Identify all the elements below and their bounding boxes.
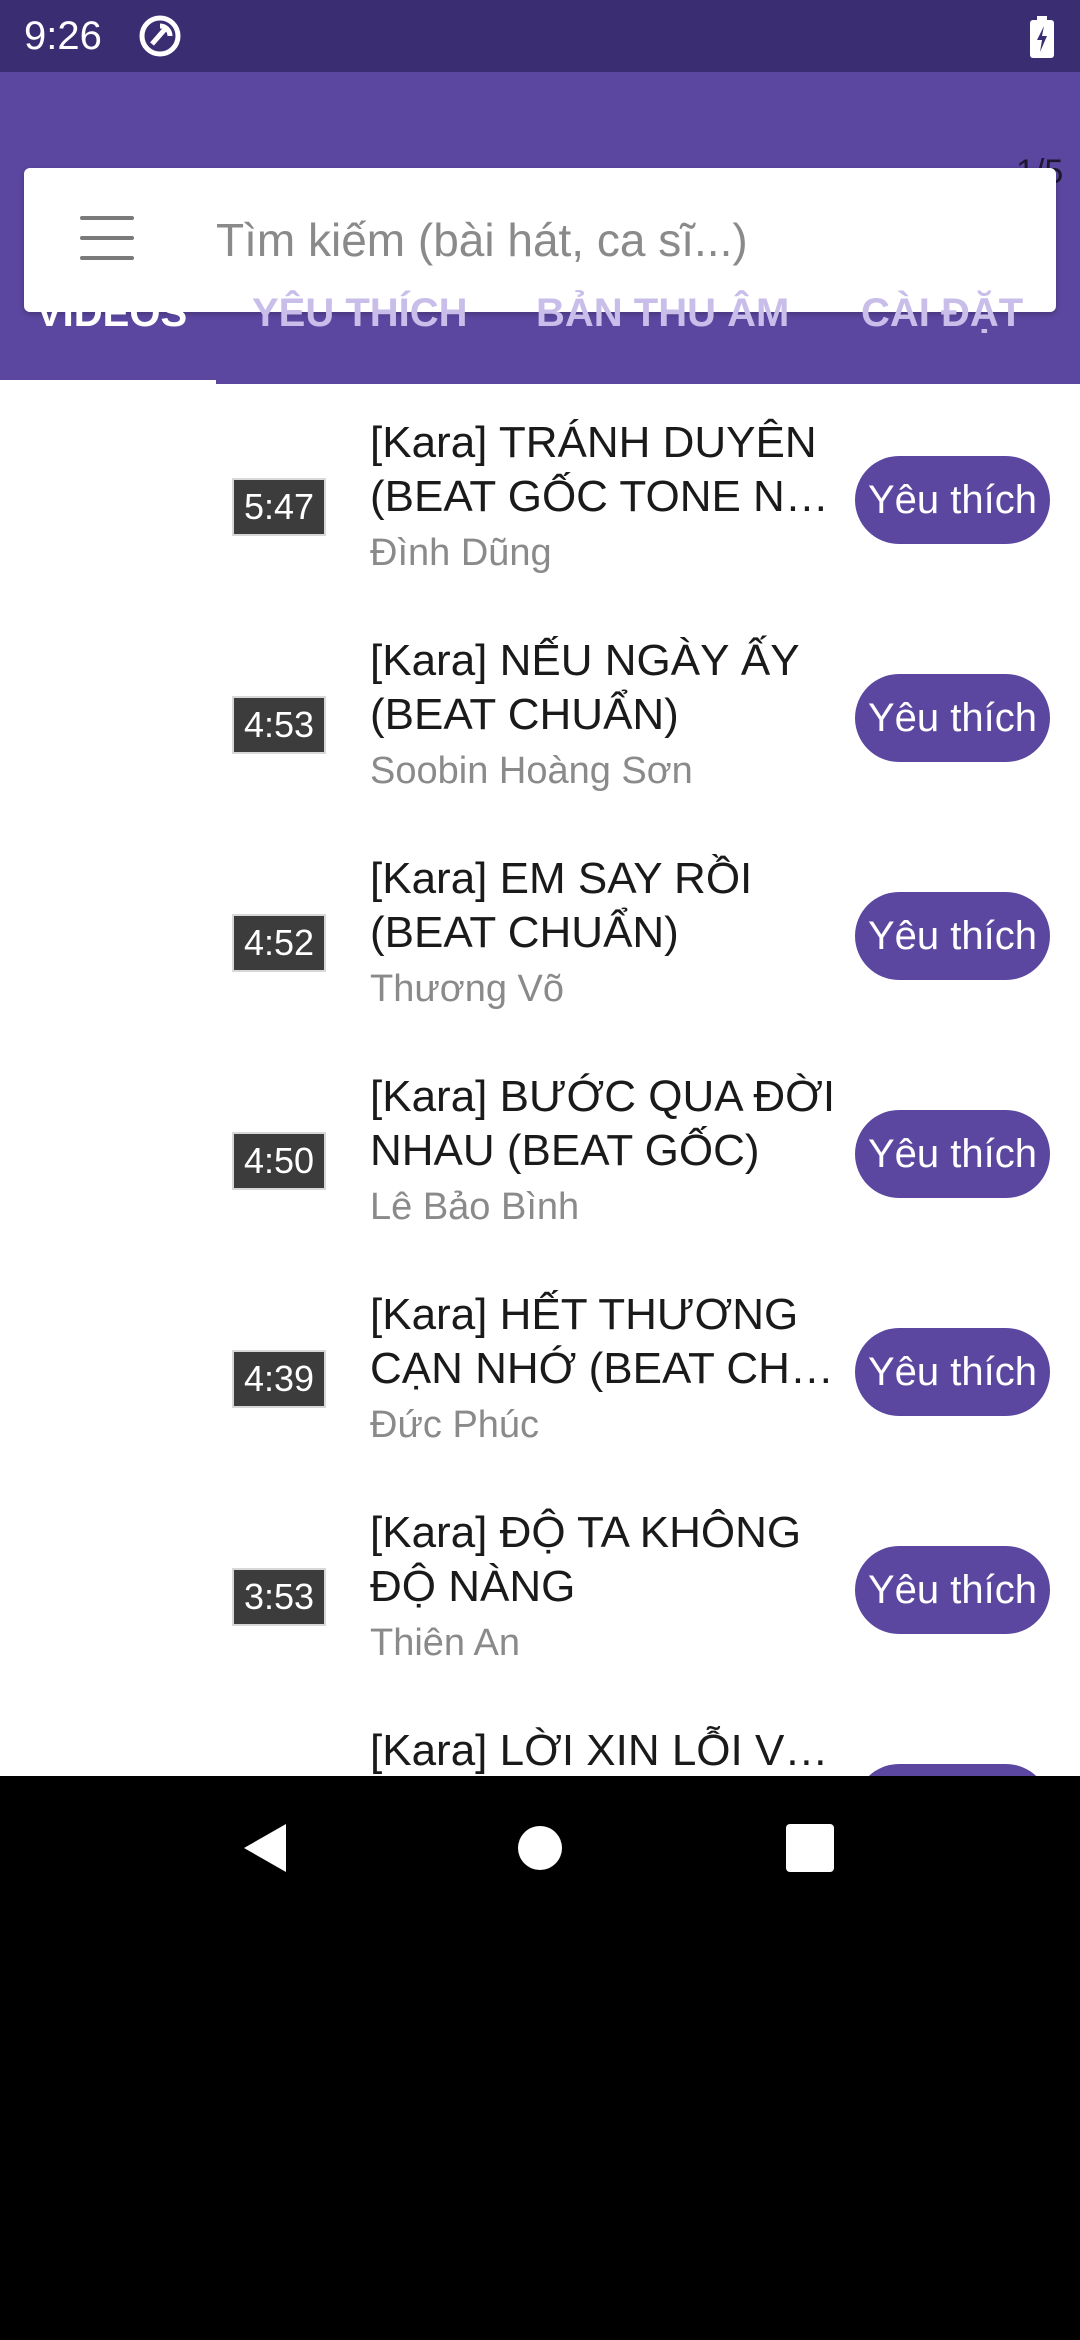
song-title[interactable]: [Kara] NẾU NGÀY ẤY (BEAT CHUẨN) [370, 634, 850, 742]
song-title[interactable]: [Kara] TRÁNH DUYÊN (BEAT GỐC TONE NAM) [370, 416, 850, 524]
song-title[interactable]: [Kara] ĐỘ TA KHÔNG ĐỘ NÀNG [370, 1506, 850, 1614]
back-icon[interactable] [240, 1822, 290, 1874]
search-input[interactable]: Tìm kiếm (bài hát, ca sĩ...) [216, 210, 748, 270]
song-title[interactable]: [Kara] LỜI XIN LỖI VỤNG [370, 1724, 850, 1776]
artist-name: Lê Bảo Bình [370, 1186, 580, 1228]
tab-settings[interactable]: CÀI ĐẶT [861, 268, 1023, 384]
list-item[interactable]: 4:39 [Kara] HẾT THƯƠNG CẠN NHỚ (BEAT CHU.… [0, 1256, 1080, 1474]
song-title[interactable]: [Kara] EM SAY RỒI (BEAT CHUẨN) [370, 852, 850, 960]
duration-badge: 4:50 [232, 1132, 327, 1190]
artist-name: Đình Dũng [370, 532, 552, 574]
duration-badge: 5:47 [232, 478, 327, 536]
list-item[interactable]: 4:50 [Kara] BƯỚC QUA ĐỜI NHAU (BEAT GỐC) … [0, 1038, 1080, 1256]
artist-name: Đức Phúc [370, 1404, 540, 1446]
favorite-button[interactable]: Yêu thích [855, 1110, 1050, 1198]
battery-charging-icon [1030, 16, 1054, 58]
list-item[interactable]: 5:47 [Kara] TRÁNH DUYÊN (BEAT GỐC TONE NA… [0, 384, 1080, 602]
menu-icon[interactable] [80, 214, 134, 264]
list-item[interactable]: 3:53 [Kara] ĐỘ TA KHÔNG ĐỘ NÀNG Thiên An … [0, 1474, 1080, 1692]
tab-recordings[interactable]: BẢN THU ÂM [536, 268, 789, 384]
recent-apps-icon[interactable] [786, 1824, 834, 1872]
artist-name: Thiên An [370, 1622, 520, 1664]
favorite-button[interactable]: Yêu thích [855, 1546, 1050, 1634]
status-bar: 9:26 [0, 0, 1080, 72]
favorite-button[interactable]: Yêu thích [855, 674, 1050, 762]
favorite-button[interactable] [855, 1764, 1050, 1776]
song-title[interactable]: [Kara] HẾT THƯƠNG CẠN NHỚ (BEAT CHU... [370, 1288, 850, 1396]
sync-status-icon [139, 15, 181, 57]
song-title[interactable]: [Kara] BƯỚC QUA ĐỜI NHAU (BEAT GỐC) [370, 1070, 850, 1178]
list-item[interactable]: 4:53 [Kara] NẾU NGÀY ẤY (BEAT CHUẨN) Soob… [0, 602, 1080, 820]
duration-badge: 4:39 [232, 1350, 327, 1408]
list-item[interactable]: [Kara] LỜI XIN LỖI VỤNG [0, 1692, 1080, 1776]
duration-badge: 4:52 [232, 914, 327, 972]
duration-badge: 3:53 [232, 1568, 327, 1626]
artist-name: Soobin Hoàng Sơn [370, 750, 693, 792]
duration-badge: 4:53 [232, 696, 327, 754]
system-nav-bar [0, 1776, 1080, 1920]
favorite-button[interactable]: Yêu thích [855, 1328, 1050, 1416]
home-icon[interactable] [518, 1826, 562, 1870]
tab-favorites[interactable]: YÊU THÍCH [252, 268, 468, 384]
favorite-button[interactable]: Yêu thích [855, 892, 1050, 980]
status-time: 9:26 [24, 14, 102, 58]
list-item[interactable]: 4:52 [Kara] EM SAY RỒI (BEAT CHUẨN) Thươn… [0, 820, 1080, 1038]
favorite-button[interactable]: Yêu thích [855, 456, 1050, 544]
tab-videos[interactable]: VIDEOS [36, 268, 187, 384]
video-list[interactable]: 5:47 [Kara] TRÁNH DUYÊN (BEAT GỐC TONE NA… [0, 384, 1080, 1776]
tab-bar: VIDEOS YÊU THÍCH BẢN THU ÂM CÀI ĐẶT [0, 268, 1080, 386]
artist-name: Thương Võ [370, 968, 565, 1010]
